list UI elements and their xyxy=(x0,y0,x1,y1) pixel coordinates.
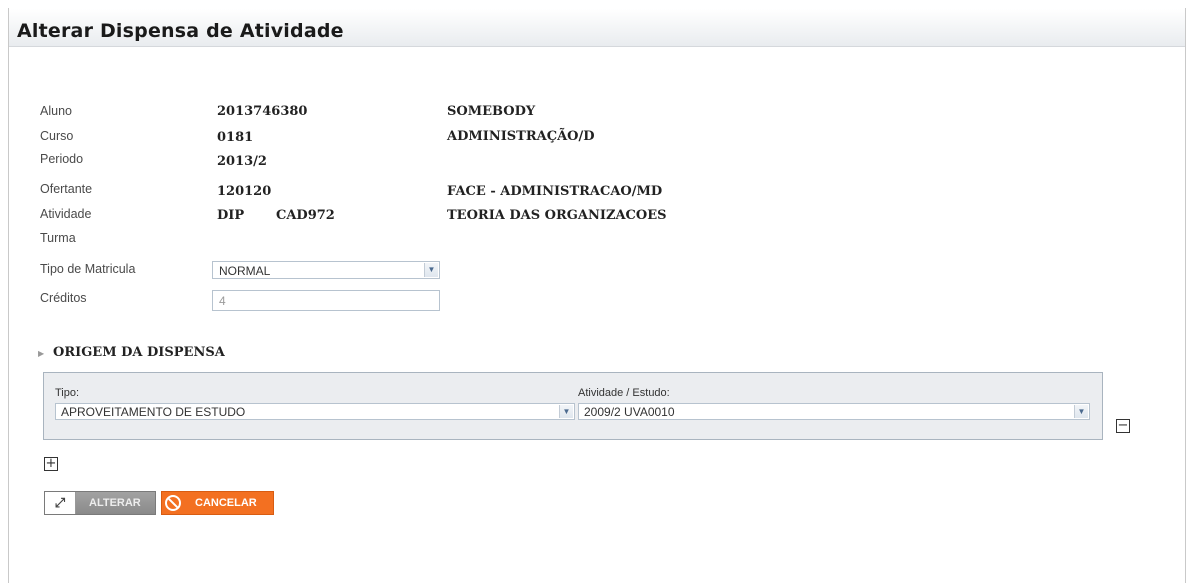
chevron-down-icon[interactable]: ▼ xyxy=(559,405,573,418)
resize-arrows-icon: ⤢ xyxy=(45,492,76,514)
chevron-down-icon[interactable]: ▼ xyxy=(1074,405,1088,418)
no-entry-icon xyxy=(165,495,181,511)
aluno-name: SOMEBODY xyxy=(447,104,536,119)
origem-atividade-label: Atividade / Estudo: xyxy=(578,387,670,399)
minus-box-icon[interactable]: − xyxy=(1116,419,1130,433)
periodo-label: Periodo xyxy=(40,152,84,166)
cancelar-button-label: CANCELAR xyxy=(195,497,257,509)
atividade-code: CAD972 xyxy=(276,208,335,223)
ofertante-code: 120120 xyxy=(217,184,272,199)
alterar-button-label: ALTERAR xyxy=(89,497,141,509)
atividade-name: TEORIA DAS ORGANIZACOES xyxy=(447,208,667,223)
creditos-value: 4 xyxy=(219,294,226,308)
curso-name: ADMINISTRAÇÃO/D xyxy=(447,129,595,144)
periodo-value: 2013/2 xyxy=(217,154,267,169)
tipo-matricula-value: NORMAL xyxy=(219,264,271,278)
origem-atividade-select[interactable]: 2009/2 UVA0010 ▼ xyxy=(578,403,1090,420)
aluno-code: 2013746380 xyxy=(217,104,308,119)
origem-tipo-select[interactable]: APROVEITAMENTO DE ESTUDO ▼ xyxy=(55,403,575,420)
alterar-button[interactable]: ⤢ ALTERAR xyxy=(44,491,156,515)
tipo-matricula-label: Tipo de Matricula xyxy=(40,262,136,276)
section-title-origem[interactable]: ORIGEM DA DISPENSA xyxy=(53,345,225,360)
cancelar-button[interactable]: CANCELAR xyxy=(161,491,274,515)
origem-tipo-label: Tipo: xyxy=(55,387,80,399)
ofertante-label: Ofertante xyxy=(40,182,93,196)
tipo-matricula-select[interactable]: NORMAL ▼ xyxy=(212,261,440,279)
page-title: Alterar Dispensa de Atividade xyxy=(17,20,344,42)
atividade-prefix: DIP xyxy=(217,208,245,223)
origem-tipo-value: APROVEITAMENTO DE ESTUDO xyxy=(61,405,246,419)
turma-label: Turma xyxy=(40,231,76,245)
ofertante-name: FACE - ADMINISTRACAO/MD xyxy=(447,184,663,199)
creditos-input[interactable]: 4 xyxy=(212,290,440,311)
plus-box-icon[interactable]: + xyxy=(44,457,58,471)
curso-label: Curso xyxy=(40,129,74,143)
atividade-label: Atividade xyxy=(40,207,92,221)
origem-atividade-value: 2009/2 UVA0010 xyxy=(584,405,675,419)
chevron-down-icon[interactable]: ▼ xyxy=(424,263,438,277)
origem-panel: Tipo: APROVEITAMENTO DE ESTUDO ▼ Ativida… xyxy=(43,372,1103,440)
triangle-right-icon[interactable]: ▶ xyxy=(38,349,44,358)
aluno-label: Aluno xyxy=(40,104,72,118)
curso-code: 0181 xyxy=(217,130,254,145)
creditos-label: Créditos xyxy=(40,291,87,305)
